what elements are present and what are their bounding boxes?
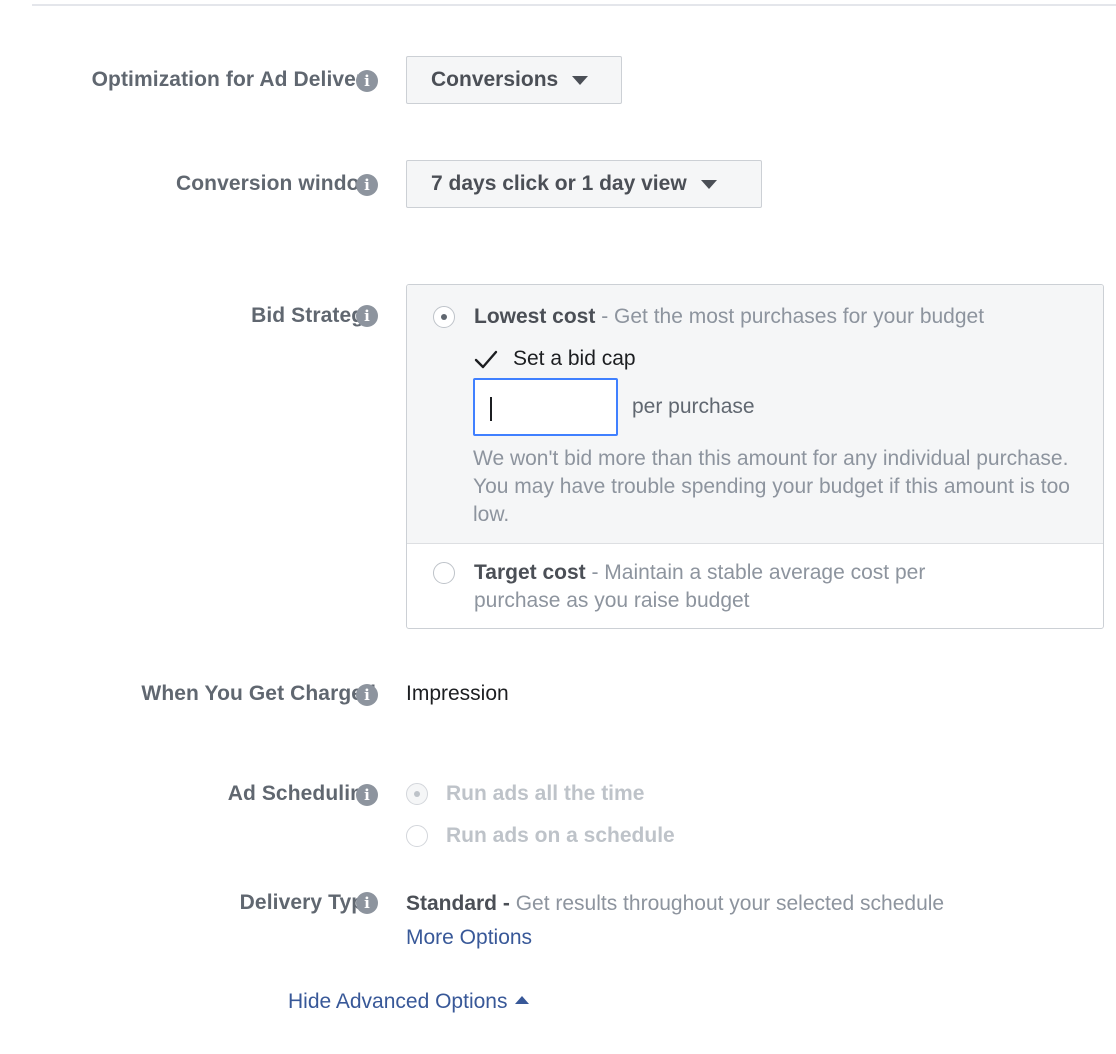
conversion-window-label: Conversion window (175, 172, 376, 195)
optimization-dropdown-value: Conversions (431, 68, 559, 91)
target-cost-desc: - Maintain a stable average cost per (585, 561, 926, 584)
caret-down-icon (572, 75, 589, 85)
lowest-cost-radio[interactable] (433, 306, 455, 328)
lowest-cost-desc: - Get the most purchases for your budget (595, 305, 985, 328)
target-cost-desc-line2: purchase as you raise budget (474, 589, 750, 612)
target-cost-radio[interactable] (433, 562, 455, 584)
caret-up-icon (515, 996, 530, 1005)
delivery-type-name: Standard (406, 892, 498, 915)
lowest-cost-section: Lowest cost - Get the most purchases for… (407, 285, 1103, 544)
target-cost-option[interactable]: Target cost - Maintain a stable average … (474, 561, 925, 585)
run-all-time-label[interactable]: Run ads all the time (446, 782, 644, 806)
delivery-type-dash: - (497, 892, 516, 915)
bid-cap-checkbox[interactable] (474, 347, 498, 371)
hide-advanced-options-link[interactable]: Hide Advanced Options (288, 990, 530, 1014)
charged-label: When You Get Charged (141, 682, 376, 705)
run-on-schedule-label[interactable]: Run ads on a schedule (446, 824, 675, 848)
delivery-type-desc: Get results throughout your selected sch… (515, 892, 945, 915)
target-cost-title: Target cost (474, 561, 586, 584)
charged-value: Impression (406, 682, 509, 705)
bid-cap-input[interactable] (473, 378, 618, 436)
lowest-cost-option[interactable]: Lowest cost - Get the most purchases for… (474, 305, 984, 329)
optimization-label: Optimization for Ad Delivery (91, 68, 376, 91)
bid-strategy-panel: Lowest cost - Get the most purchases for… (406, 284, 1104, 629)
hide-advanced-options-label: Hide Advanced Options (288, 990, 508, 1013)
text-cursor (490, 397, 492, 421)
scheduling-label: Ad Scheduling (227, 782, 376, 805)
optimization-info-icon[interactable]: i (356, 70, 378, 92)
run-on-schedule-radio[interactable] (406, 825, 428, 847)
conversion-window-dropdown-value: 7 days click or 1 day view (431, 172, 687, 195)
delivery-type-info-icon[interactable]: i (356, 892, 378, 914)
bid-cap-label[interactable]: Set a bid cap (513, 347, 636, 371)
bid-cap-unit: per purchase (632, 395, 755, 418)
delivery-type-value: Standard - Get results throughout your s… (406, 892, 944, 916)
caret-down-icon (700, 179, 717, 189)
charged-info-icon[interactable]: i (356, 684, 378, 706)
lowest-cost-title: Lowest cost (474, 305, 596, 328)
top-divider (32, 4, 1116, 6)
more-options-link[interactable]: More Options (406, 926, 532, 950)
run-all-time-radio[interactable] (406, 783, 428, 805)
conversion-window-dropdown[interactable]: 7 days click or 1 day view (406, 160, 762, 208)
bid-strategy-info-icon[interactable]: i (356, 305, 378, 327)
bid-cap-help-text: We won't bid more than this amount for a… (473, 447, 1070, 526)
scheduling-info-icon[interactable]: i (356, 784, 378, 806)
optimization-dropdown[interactable]: Conversions (406, 56, 622, 104)
conversion-window-info-icon[interactable]: i (356, 174, 378, 196)
